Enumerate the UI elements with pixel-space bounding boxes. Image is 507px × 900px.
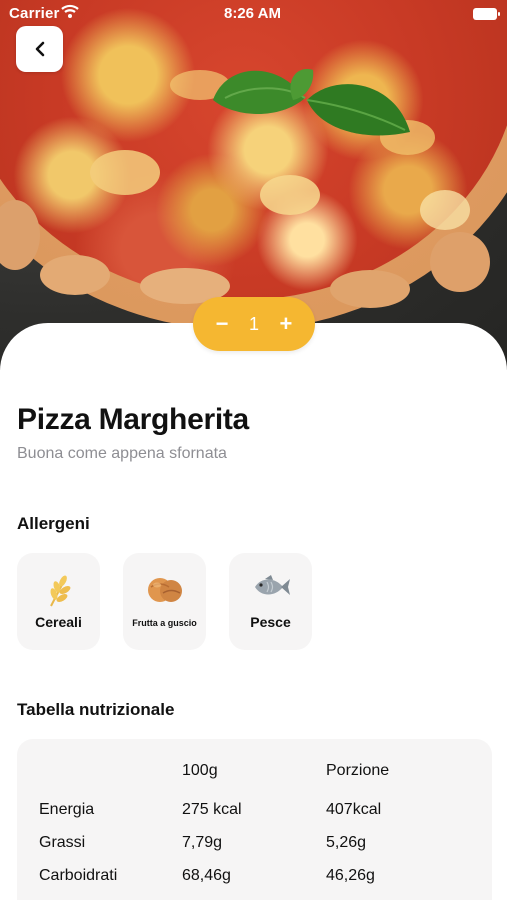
carrier-label: Carrier — [9, 5, 60, 22]
cell-per-100g: 68,46g — [182, 867, 231, 884]
row-label: Grassi — [39, 834, 86, 851]
status-bar: Carrier 8:26 AM — [0, 0, 507, 30]
battery-icon — [473, 8, 500, 20]
cell-per-100g: 275 kcal — [182, 801, 242, 818]
allergen-label: Pesce — [250, 614, 291, 630]
cell-portion: 5,26g — [326, 834, 367, 851]
quantity-stepper[interactable]: − 1 + — [193, 297, 315, 351]
basil-leaf-icon — [213, 69, 410, 136]
column-header: Porzione — [326, 762, 390, 779]
product-title: Pizza Margherita — [17, 403, 249, 436]
increment-button[interactable]: + — [277, 313, 295, 335]
nuts-icon — [147, 578, 182, 602]
row-label: Carboidrati — [39, 867, 118, 884]
clock: 8:26 AM — [224, 5, 281, 22]
back-button[interactable] — [16, 26, 63, 72]
allergen-card-frutta-a-guscio[interactable]: Frutta a guscio — [123, 553, 206, 650]
decrement-button[interactable]: − — [213, 313, 231, 335]
chevron-left-icon — [35, 41, 44, 57]
product-tagline: Buona come appena sfornata — [17, 445, 227, 462]
wheat-icon — [49, 575, 70, 607]
wifi-icon — [61, 4, 79, 18]
nutrition-table: 100g Porzione Energia 275 kcal 407kcal G… — [17, 739, 492, 900]
cell-per-100g: 7,79g — [182, 834, 223, 851]
allergen-label: Frutta a guscio — [132, 618, 197, 628]
fish-icon — [254, 575, 290, 595]
quantity-value: 1 — [248, 313, 259, 334]
nutrition-heading: Tabella nutrizionale — [17, 700, 175, 719]
allergen-card-pesce[interactable]: Pesce — [229, 553, 312, 650]
allergens-heading: Allergeni — [17, 514, 90, 533]
allergen-card-cereali[interactable]: Cereali — [17, 553, 100, 650]
column-header: 100g — [182, 762, 218, 779]
cell-portion: 46,26g — [326, 867, 375, 884]
cell-portion: 407kcal — [326, 801, 382, 818]
allergen-label: Cereali — [35, 614, 82, 630]
row-label: Energia — [39, 801, 95, 818]
